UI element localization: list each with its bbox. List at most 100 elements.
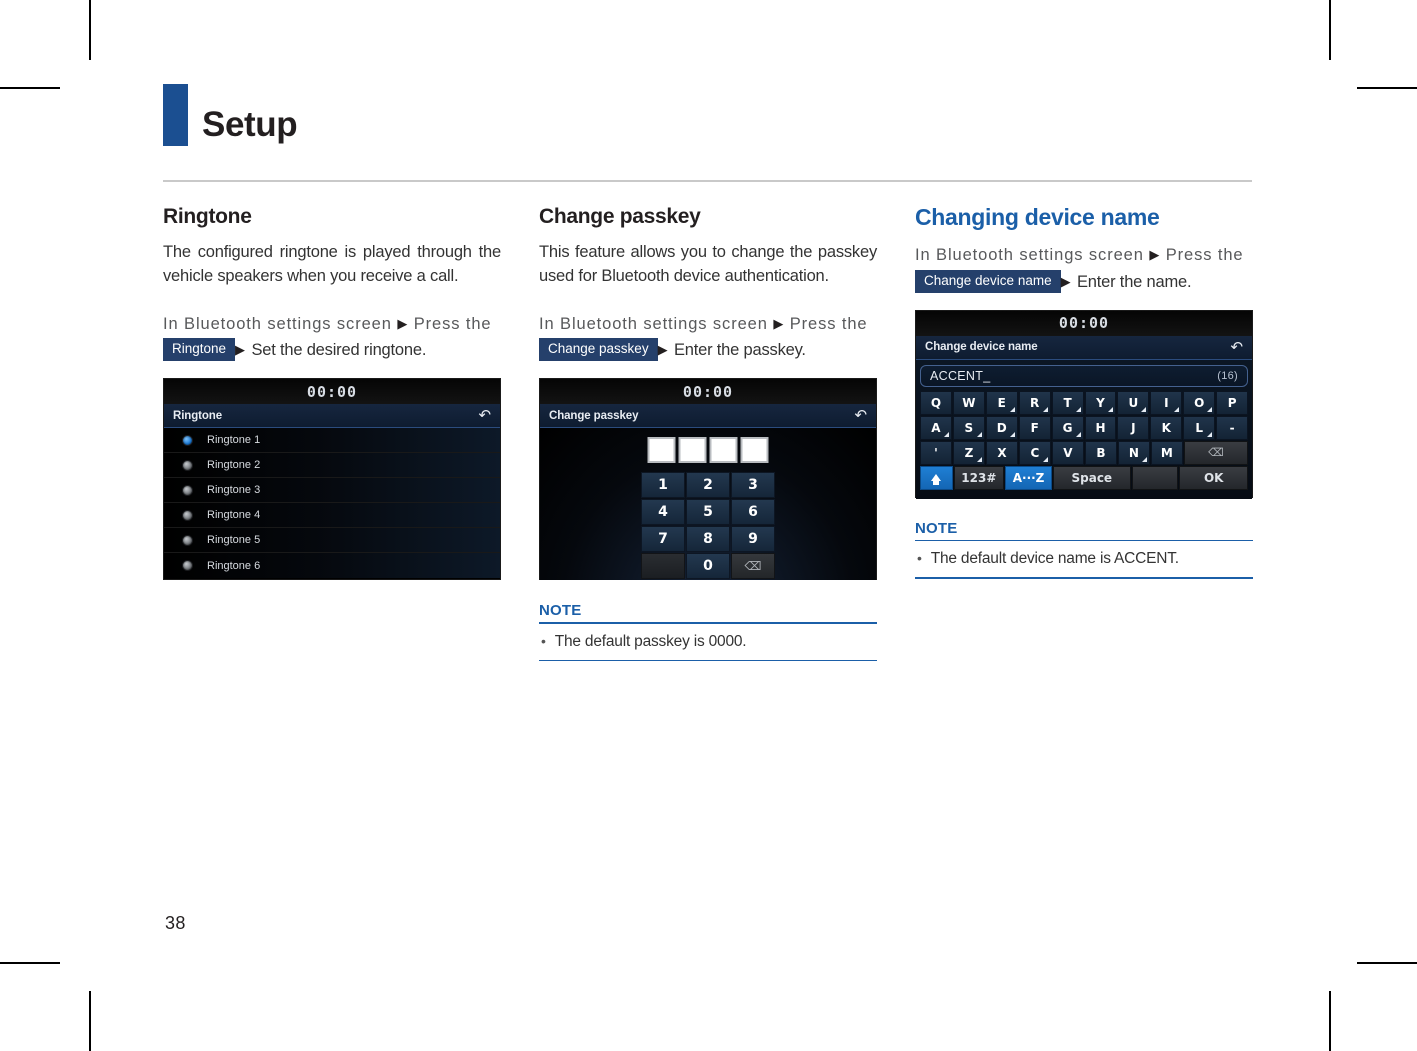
key-E[interactable]: E (985, 390, 1018, 415)
key-U[interactable]: U (1117, 390, 1150, 415)
back-arrow-icon[interactable]: ↶ (479, 408, 492, 423)
key-D[interactable]: D (985, 415, 1018, 440)
chapter-accent-bar (163, 84, 188, 146)
radio-icon[interactable] (182, 484, 193, 496)
keypad-key-blank (641, 553, 685, 580)
shift-icon[interactable] (920, 465, 953, 490)
key-B[interactable]: B (1084, 440, 1117, 465)
path-mid: Press the (413, 314, 492, 333)
crop-mark-top-right-horizontal (1357, 87, 1417, 89)
back-arrow-icon[interactable]: ↶ (1231, 340, 1244, 355)
header-divider (163, 180, 1252, 182)
inline-button-ringtone[interactable]: Ringtone (163, 338, 236, 361)
screen-title-label: Change passkey (549, 409, 639, 422)
crop-mark-bottom-left-vertical (89, 991, 91, 1051)
path-mid: Press the (1165, 246, 1244, 265)
keyboard-row-1: Q W E R T Y U I O P (920, 390, 1249, 415)
list-item-label: Ringtone 1 (207, 434, 261, 447)
list-item[interactable]: Ringtone 3 (164, 478, 500, 504)
key-J[interactable]: J (1117, 415, 1150, 440)
column-changing-device-name: Changing device name In Bluetooth settin… (915, 204, 1253, 579)
radio-icon[interactable] (182, 434, 193, 446)
device-name-input[interactable]: ACCENT_ (16) (920, 364, 1248, 387)
key-G[interactable]: G (1051, 415, 1084, 440)
keypad-key-0[interactable]: 0 (686, 553, 730, 580)
list-item[interactable]: Ringtone 5 (164, 528, 500, 554)
keypad-key-7[interactable]: 7 (641, 526, 685, 553)
section-body-change-passkey: This feature allows you to change the pa… (539, 243, 877, 286)
screen-clock: 00:00 (916, 310, 1252, 336)
bullet-icon: • (541, 632, 546, 649)
passkey-digit-box[interactable] (678, 437, 707, 464)
passkey-digit-box[interactable] (647, 437, 676, 464)
screen-title-bar: Change passkey ↶ (540, 404, 876, 429)
key-K[interactable]: K (1150, 415, 1183, 440)
backspace-icon[interactable]: ⌫ (1183, 440, 1248, 465)
back-arrow-icon[interactable]: ↶ (855, 408, 868, 423)
crop-mark-bottom-right-vertical (1329, 991, 1331, 1051)
note-title: NOTE (915, 519, 958, 537)
key-Z[interactable]: Z (952, 440, 985, 465)
keypad-key-4[interactable]: 4 (641, 499, 685, 526)
radio-icon[interactable] (182, 509, 193, 521)
device-screen-passkey: 00:00 Change passkey ↶ 1 2 3 4 5 6 7 8 9… (539, 378, 877, 581)
keypad-key-3[interactable]: 3 (731, 472, 775, 499)
keypad-key-9[interactable]: 9 (731, 526, 775, 553)
key-M[interactable]: M (1150, 440, 1183, 465)
radio-icon[interactable] (182, 534, 193, 546)
key-R[interactable]: R (1018, 390, 1051, 415)
key-ok[interactable]: OK (1179, 465, 1248, 490)
list-item[interactable]: Ringtone 2 (164, 453, 500, 479)
passkey-digit-boxes (647, 437, 769, 464)
key-S[interactable]: S (952, 415, 985, 440)
key-apostrophe[interactable]: ' (920, 440, 952, 465)
key-H[interactable]: H (1084, 415, 1117, 440)
keypad-delete-icon[interactable]: ⌫ (731, 553, 775, 580)
note-item: • The default passkey is 0000. (539, 624, 877, 660)
keypad-key-5[interactable]: 5 (686, 499, 730, 526)
keyboard-area: ACCENT_ (16) Q W E R T Y U I O P A S D F… (916, 359, 1252, 499)
inline-button-change-device-name[interactable]: Change device name (915, 270, 1061, 293)
crop-mark-top-right-vertical (1329, 0, 1331, 60)
radio-icon[interactable] (182, 459, 193, 471)
passkey-digit-box[interactable] (709, 437, 738, 464)
key-alphabet-mode[interactable]: A···Z (1005, 465, 1053, 490)
key-C[interactable]: C (1018, 440, 1051, 465)
key-V[interactable]: V (1051, 440, 1084, 465)
radio-icon[interactable] (182, 560, 193, 572)
triangle-icon: ▶ (657, 342, 669, 358)
path-suffix: Set the desired ringtone. (251, 341, 427, 360)
key-I[interactable]: I (1150, 390, 1183, 415)
key-Y[interactable]: Y (1084, 390, 1117, 415)
triangle-icon: ▶ (397, 315, 409, 331)
screen-title-label: Change device name (925, 341, 1038, 354)
key-N[interactable]: N (1117, 440, 1150, 465)
note-item: • The default device name is ACCENT. (915, 541, 1253, 577)
keypad-key-1[interactable]: 1 (641, 472, 685, 499)
key-numbers-symbols[interactable]: 123# (953, 465, 1005, 490)
keypad-key-2[interactable]: 2 (686, 472, 730, 499)
keyboard-row-4: 123# A···Z Space OK (920, 465, 1248, 490)
key-F[interactable]: F (1018, 415, 1051, 440)
list-item[interactable]: Ringtone 1 (164, 428, 500, 454)
device-screen-keyboard: 00:00 Change device name ↶ ACCENT_ (16) … (915, 309, 1253, 499)
instruction-path-device-name: In Bluetooth settings screen ▶ Press the… (915, 242, 1253, 295)
key-space[interactable]: Space (1053, 465, 1131, 490)
key-T[interactable]: T (1051, 390, 1084, 415)
key-Q[interactable]: Q (920, 390, 952, 415)
section-heading-change-passkey: Change passkey (539, 205, 701, 228)
list-item[interactable]: Ringtone 4 (164, 503, 500, 529)
key-O[interactable]: O (1183, 390, 1216, 415)
key-P[interactable]: P (1216, 390, 1249, 415)
key-A[interactable]: A (920, 415, 952, 440)
list-item[interactable]: Ringtone 6 (164, 553, 500, 579)
inline-button-change-passkey[interactable]: Change passkey (539, 338, 658, 361)
screen-clock: 00:00 (540, 379, 876, 405)
key-hyphen[interactable]: - (1216, 415, 1249, 440)
keypad-key-6[interactable]: 6 (731, 499, 775, 526)
keypad-key-8[interactable]: 8 (686, 526, 730, 553)
key-W[interactable]: W (952, 390, 985, 415)
key-L[interactable]: L (1183, 415, 1216, 440)
passkey-digit-box[interactable] (740, 437, 769, 464)
key-X[interactable]: X (985, 440, 1018, 465)
